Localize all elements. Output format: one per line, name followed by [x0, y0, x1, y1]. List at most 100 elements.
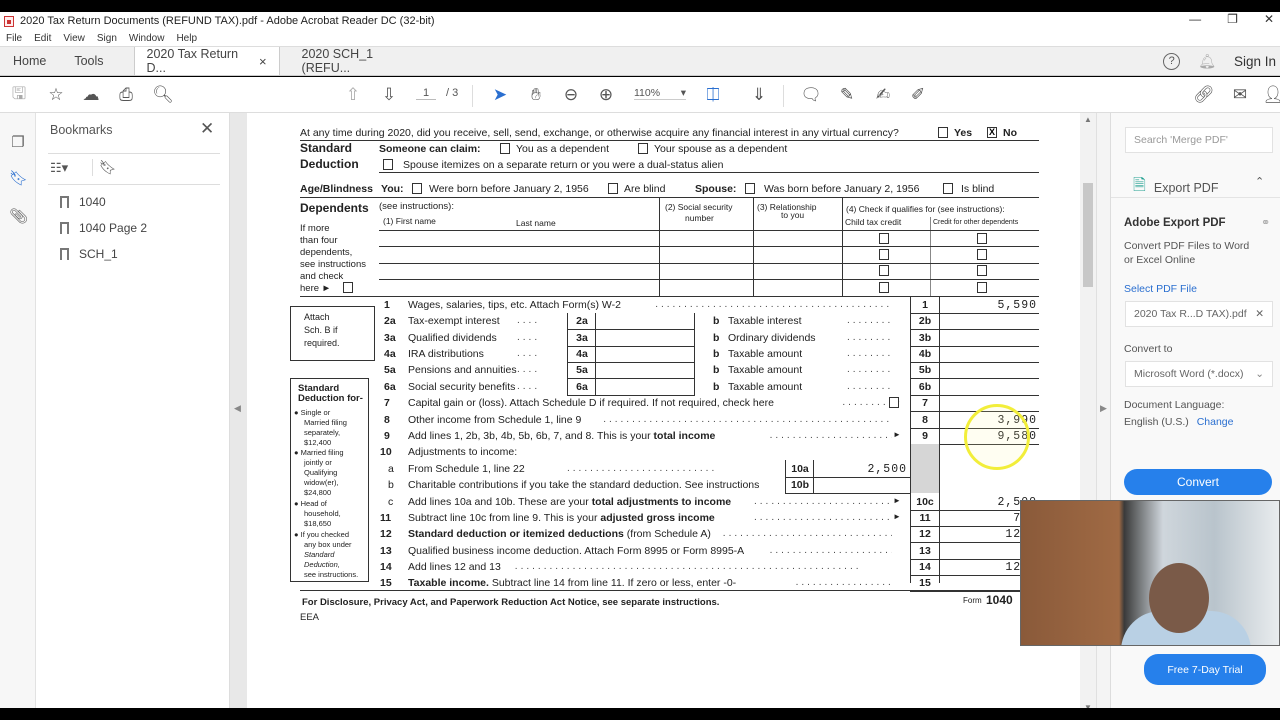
page-thumbnails-icon[interactable]: ❐: [9, 133, 27, 151]
bookmark-item-1040[interactable]: 1040: [60, 195, 106, 209]
mid-amount-field[interactable]: [597, 332, 692, 345]
bookmark-star-icon[interactable]: ☆: [45, 84, 67, 106]
tab-home[interactable]: Home: [0, 47, 58, 75]
other-credit-checkbox-2[interactable]: [977, 249, 987, 260]
last-name-header: Last name: [516, 218, 556, 228]
menu-file[interactable]: File: [6, 33, 22, 44]
fill-sign-icon[interactable]: ✐: [907, 84, 929, 106]
zoom-in-icon[interactable]: ⊕: [595, 84, 617, 106]
menu-window[interactable]: Window: [129, 33, 165, 44]
zoom-level-dropdown[interactable]: 110% ▾: [634, 87, 686, 100]
bookmark-item-1040-page-2[interactable]: 1040 Page 2: [60, 221, 147, 235]
sign-in-button[interactable]: Sign In: [1234, 54, 1276, 69]
virtual-currency-no-checkbox[interactable]: X: [987, 127, 997, 138]
hand-icon[interactable]: ✋︎: [525, 84, 547, 106]
child-tax-credit-checkbox-3[interactable]: [879, 265, 889, 276]
convert-button[interactable]: Convert: [1124, 469, 1272, 495]
save-icon[interactable]: 🖫︎: [8, 84, 30, 106]
spouse-dependent-checkbox[interactable]: [638, 143, 648, 154]
page-up-icon[interactable]: ⇧: [342, 84, 364, 106]
help-icon[interactable]: ?: [1163, 52, 1181, 70]
you-dependent-checkbox[interactable]: [500, 143, 510, 154]
other-credit-checkbox-4[interactable]: [977, 282, 987, 293]
bookmark-options-icon[interactable]: ☷▾: [50, 160, 68, 176]
restore-button[interactable]: ❐: [1227, 12, 1238, 30]
mid-amount-field[interactable]: [597, 364, 692, 377]
more-dependents-checkbox[interactable]: [343, 282, 353, 293]
sign-icon[interactable]: ✍︎: [872, 84, 894, 106]
line-description: Qualified dividends: [408, 332, 497, 344]
tab-close-icon[interactable]: ×: [259, 54, 267, 69]
upload-cloud-icon[interactable]: ☁︎: [80, 84, 102, 106]
tab-tools[interactable]: Tools: [58, 47, 133, 75]
you-blind-checkbox[interactable]: [608, 183, 618, 194]
line-description: IRA distributions: [408, 348, 484, 360]
new-bookmark-icon[interactable]: 🔖︎: [92, 159, 117, 176]
zoom-out-icon[interactable]: ⊖: [560, 84, 582, 106]
highlight-icon[interactable]: ✎: [836, 84, 858, 106]
print-icon[interactable]: ⎙: [115, 84, 137, 106]
tools-search-input[interactable]: Search 'Merge PDF': [1125, 127, 1273, 153]
bookmark-item-sch1[interactable]: SCH_1: [60, 247, 118, 261]
info-icon[interactable]: ⚭: [1261, 216, 1270, 229]
column-divider: [842, 198, 843, 296]
page-down-icon[interactable]: ⇩: [378, 84, 400, 106]
child-tax-credit-checkbox-1[interactable]: [879, 233, 889, 244]
remove-file-icon[interactable]: ✕: [1255, 308, 1264, 320]
line-number: 14: [380, 561, 392, 573]
spouse-born-before-checkbox[interactable]: [745, 183, 755, 194]
share-link-icon[interactable]: 🔗︎: [1193, 84, 1215, 106]
mid-amount-field[interactable]: [597, 315, 692, 328]
collapse-right-panel-icon[interactable]: ▶: [1100, 403, 1107, 414]
tab-document-active[interactable]: 2020 Tax Return D... ×: [133, 47, 280, 75]
minimize-button[interactable]: —: [1189, 12, 1201, 30]
line-description: Add lines 10a and 10b. These are your to…: [408, 496, 731, 508]
convert-to-dropdown[interactable]: Microsoft Word (*.docx) ⌄: [1125, 361, 1273, 387]
page-number-input[interactable]: 1: [416, 87, 436, 100]
child-tax-credit-checkbox-4[interactable]: [879, 282, 889, 293]
user-icon[interactable]: 👤︎: [1262, 84, 1280, 106]
email-icon[interactable]: ✉: [1229, 84, 1251, 106]
change-language-link[interactable]: Change: [1197, 416, 1234, 428]
close-window-button[interactable]: ✕: [1264, 12, 1274, 30]
mid-amount-field[interactable]: [597, 348, 692, 361]
sd-item-checked-box: ● If you checked any box under Standard …: [294, 530, 359, 579]
menu-help[interactable]: Help: [176, 33, 197, 44]
note-line: than four: [300, 235, 338, 246]
free-trial-button[interactable]: Free 7-Day Trial: [1144, 654, 1266, 685]
virtual-currency-yes-checkbox[interactable]: [938, 127, 948, 138]
menu-sign[interactable]: Sign: [97, 33, 117, 44]
tab-document-sch1[interactable]: 2020 SCH_1 (REFU...: [280, 47, 426, 75]
scroll-mode-icon[interactable]: ⇓: [748, 84, 770, 106]
notification-bell-icon[interactable]: 🔔︎: [1198, 53, 1216, 70]
attachments-icon[interactable]: 📎︎: [9, 207, 28, 225]
child-tax-credit-checkbox-2[interactable]: [879, 249, 889, 260]
fit-page-icon[interactable]: ⎅: [702, 84, 724, 106]
scroll-up-icon[interactable]: ▲: [1084, 115, 1092, 124]
you-born-before-checkbox[interactable]: [412, 183, 422, 194]
mid-amount-field[interactable]: [597, 381, 692, 394]
select-cursor-icon[interactable]: ➤: [489, 84, 511, 106]
mid-amount[interactable]: 2,500: [807, 463, 907, 476]
find-icon[interactable]: 🔍︎: [152, 84, 174, 106]
mid-box-border: [785, 476, 786, 493]
shaded-cell: [911, 444, 939, 493]
scrollbar-thumb[interactable]: [1083, 183, 1093, 287]
menu-view[interactable]: View: [63, 33, 85, 44]
spouse-blind-checkbox[interactable]: [943, 183, 953, 194]
leader-dots: ....: [517, 348, 541, 359]
sd-text: Standard: [304, 550, 335, 559]
capital-gain-checkbox[interactable]: [889, 397, 899, 408]
select-pdf-file-link[interactable]: Select PDF File: [1124, 283, 1197, 295]
chevron-up-icon[interactable]: ⌃: [1255, 175, 1264, 188]
close-bookmarks-icon[interactable]: ✕: [200, 119, 214, 139]
menu-edit[interactable]: Edit: [34, 33, 51, 44]
comment-icon[interactable]: 🗨︎: [800, 84, 822, 106]
bookmarks-panel-icon[interactable]: 🔖︎: [9, 169, 28, 187]
other-credit-checkbox-1[interactable]: [977, 233, 987, 244]
other-credit-checkbox-3[interactable]: [977, 265, 987, 276]
chevron-down-icon: ⌄: [1255, 368, 1264, 380]
collapse-left-panel-icon[interactable]: ◀: [234, 403, 241, 414]
line-amount[interactable]: 5,590: [937, 299, 1037, 312]
spouse-itemizes-checkbox[interactable]: [383, 159, 393, 170]
